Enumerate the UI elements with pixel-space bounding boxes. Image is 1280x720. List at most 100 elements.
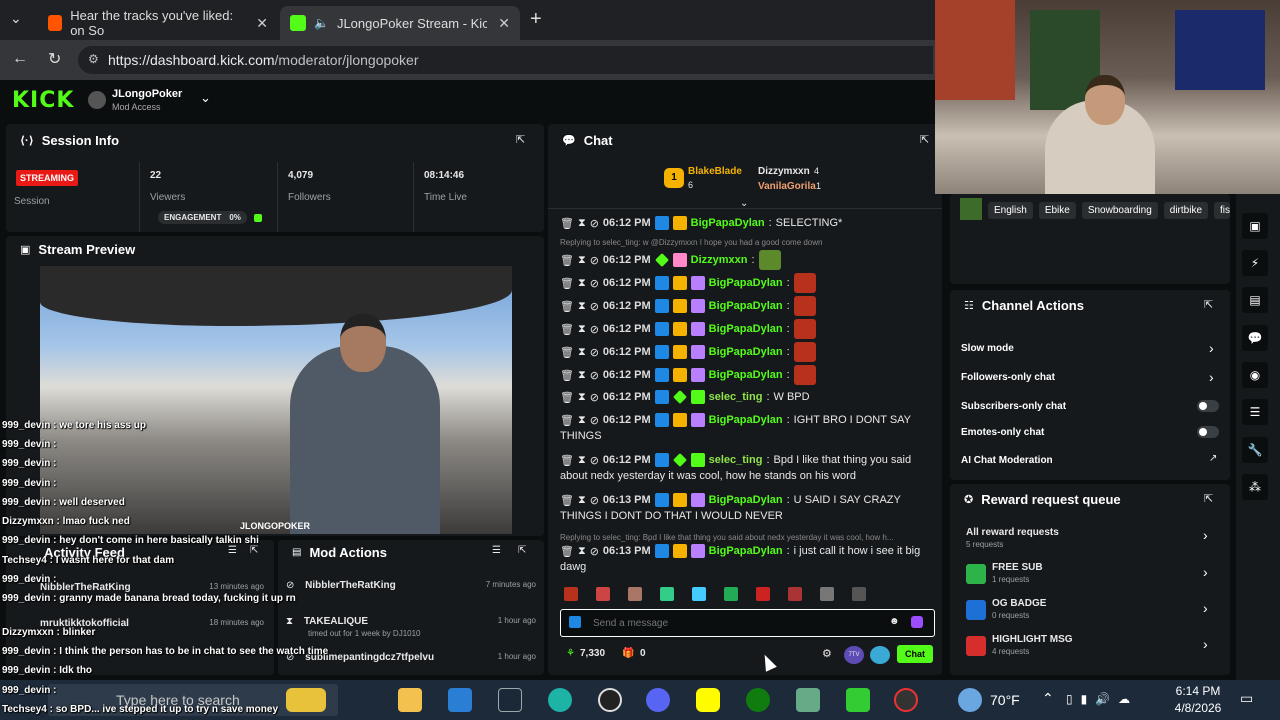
7tv-button[interactable]: 7TV	[844, 646, 864, 664]
delete-icon[interactable]: 🗑	[560, 369, 574, 382]
reward-row-all[interactable]: All reward requests 5 requests ›	[966, 527, 1216, 549]
sidebar-lightning-icon[interactable]: ⚡	[1242, 250, 1268, 276]
expand-icon[interactable]: ⇱	[920, 133, 929, 146]
stream-video[interactable]: JLONGOPOKER	[40, 266, 512, 534]
ban-icon[interactable]: ⊘	[590, 300, 599, 313]
chat-message[interactable]: 🗑 ⧗ ⊘ 06:12 PM BigPapaDylan:	[560, 319, 816, 339]
obs-icon[interactable]	[598, 688, 622, 712]
clock-date[interactable]: 4/8/2026	[1164, 701, 1232, 715]
timeout-icon[interactable]: ⧗	[578, 277, 586, 290]
close-tab-icon[interactable]: ✕	[256, 15, 268, 32]
tab-list-chevron-icon[interactable]: ⌄	[10, 10, 22, 27]
delete-icon[interactable]: 🗑	[560, 391, 574, 404]
store-icon[interactable]	[448, 688, 472, 712]
ban-icon[interactable]: ⊘	[590, 391, 599, 404]
ban-icon[interactable]: ⊘	[590, 277, 599, 290]
delete-icon[interactable]: 🗑	[560, 494, 574, 507]
timeout-icon[interactable]: ⧗	[578, 217, 586, 230]
followers-only-label[interactable]: Followers-only chat	[961, 372, 1055, 383]
tag-chip[interactable]: dirtbike	[1163, 202, 1209, 219]
timeout-icon[interactable]: ⧗	[578, 494, 586, 507]
tag-chip[interactable]: English	[988, 202, 1033, 219]
message-user[interactable]: BigPapaDylan	[709, 300, 783, 312]
reload-icon[interactable]: ↻	[48, 49, 61, 69]
expand-icon[interactable]: ⇱	[250, 545, 258, 556]
settings-gear-icon[interactable]: ⚙	[822, 647, 832, 660]
delete-icon[interactable]: 🗑	[560, 217, 574, 230]
chevron-right-icon[interactable]: ›	[1203, 527, 1208, 543]
emote-icon[interactable]	[756, 587, 770, 601]
message-user[interactable]: BigPapaDylan	[709, 545, 783, 557]
timeout-icon[interactable]: ⧗	[578, 254, 586, 267]
message-user[interactable]: BigPapaDylan	[709, 369, 783, 381]
delete-icon[interactable]: 🗑	[560, 454, 574, 467]
ban-icon[interactable]: ⊘	[590, 545, 599, 558]
external-link-icon[interactable]: ↗	[1209, 453, 1217, 464]
chat-message[interactable]: 🗑 ⧗ ⊘ 06:12 PM BigPapaDylan:	[560, 273, 816, 293]
filter-icon[interactable]: ☰	[492, 545, 501, 556]
tray-chevron-icon[interactable]: ⌃	[1042, 690, 1054, 707]
chevron-right-icon[interactable]: ›	[1203, 564, 1208, 580]
emote-icon[interactable]	[564, 587, 578, 601]
discord-icon[interactable]	[646, 688, 670, 712]
snapchat-icon[interactable]	[696, 688, 720, 712]
xbox-icon[interactable]	[746, 688, 770, 712]
gift-icon[interactable]	[911, 616, 923, 628]
emote-icon[interactable]	[724, 587, 738, 601]
chat-input-box[interactable]: ☻	[560, 609, 935, 637]
sidebar-wrench-icon[interactable]: 🔧	[1242, 437, 1268, 463]
message-user[interactable]: BigPapaDylan	[691, 217, 765, 229]
kick-logo[interactable]: KICK	[12, 88, 74, 113]
delete-icon[interactable]: 🗑	[560, 545, 574, 558]
emotes-only-toggle[interactable]	[1197, 426, 1219, 438]
message-user[interactable]: BigPapaDylan	[709, 346, 783, 358]
back-icon[interactable]: ←	[12, 50, 28, 68]
expand-icon[interactable]: ⇱	[1204, 492, 1213, 505]
delete-icon[interactable]: 🗑	[560, 277, 574, 290]
message-user[interactable]: BigPapaDylan	[709, 494, 783, 506]
delete-icon[interactable]: 🗑	[560, 323, 574, 336]
tag-chip[interactable]: Snowboarding	[1081, 202, 1158, 219]
ban-icon[interactable]: ⊘	[590, 494, 599, 507]
message-user[interactable]: BigPapaDylan	[709, 414, 783, 426]
sidebar-broadcast-icon[interactable]: ◉	[1242, 362, 1268, 388]
steam-icon[interactable]	[498, 688, 522, 712]
recording-app-icon[interactable]	[894, 688, 918, 712]
chat-message[interactable]: 🗑 ⧗ ⊘ 06:12 PM BigPapaDylan:	[560, 365, 816, 385]
emoji-picker-icon[interactable]: ☻	[889, 616, 900, 627]
chat-message[interactable]: 🗑 ⧗ ⊘ 06:12 PM BigPapaDylan:	[560, 296, 816, 316]
url-field[interactable]: ⚙ https://dashboard.kick.com/moderator/j…	[78, 46, 933, 74]
chat-message-input[interactable]	[593, 614, 873, 632]
delete-icon[interactable]: 🗑	[560, 254, 574, 267]
timeout-icon[interactable]: ⧗	[578, 369, 586, 382]
timeout-icon[interactable]: ⧗	[578, 545, 586, 558]
chat-message[interactable]: 🗑 ⧗ ⊘ 06:12 PM selec_ting: Bpd I like that…	[560, 453, 911, 467]
delete-icon[interactable]: 🗑	[560, 346, 574, 359]
chat-message[interactable]: 🗑 ⧗ ⊘ 06:13 PM BigPapaDylan: U SAID I SAY …	[560, 493, 901, 507]
ban-icon[interactable]: ⊘	[590, 346, 599, 359]
message-user[interactable]: BigPapaDylan	[709, 323, 783, 335]
emote-icon[interactable]	[660, 587, 674, 601]
emote-icon[interactable]	[852, 587, 866, 601]
site-info-icon[interactable]: ⚙	[88, 52, 99, 66]
message-user[interactable]: BigPapaDylan	[709, 277, 783, 289]
timeout-icon[interactable]: ⧗	[578, 454, 586, 467]
clock-time[interactable]: 6:14 PM	[1168, 684, 1228, 698]
file-explorer-icon[interactable]	[398, 688, 422, 712]
edge-icon[interactable]	[548, 688, 572, 712]
subscribers-only-toggle[interactable]	[1197, 400, 1219, 412]
ban-icon[interactable]: ⊘	[590, 414, 599, 427]
timeout-icon[interactable]: ⧗	[578, 346, 586, 359]
timeout-icon[interactable]: ⧗	[578, 391, 586, 404]
slow-mode-label[interactable]: Slow mode	[961, 343, 1014, 354]
new-tab-button[interactable]: +	[530, 8, 542, 31]
chat-message[interactable]: 🗑 ⧗ ⊘ 06:12 PM selec_ting: W BPD	[560, 390, 810, 404]
ban-icon[interactable]: ⊘	[590, 254, 599, 267]
tag-chip[interactable]: Ebike	[1038, 202, 1076, 219]
emote-icon[interactable]	[628, 587, 642, 601]
tab-soundcloud[interactable]: Hear the tracks you've liked: on So ✕	[38, 6, 278, 40]
tab-kick[interactable]: 🔈 JLongoPoker Stream - Kick Da ✕	[280, 6, 520, 40]
expand-icon[interactable]: ⇱	[1204, 298, 1213, 311]
timeout-icon[interactable]: ⧗	[578, 300, 586, 313]
tag-chip[interactable]: fis	[1214, 202, 1231, 219]
